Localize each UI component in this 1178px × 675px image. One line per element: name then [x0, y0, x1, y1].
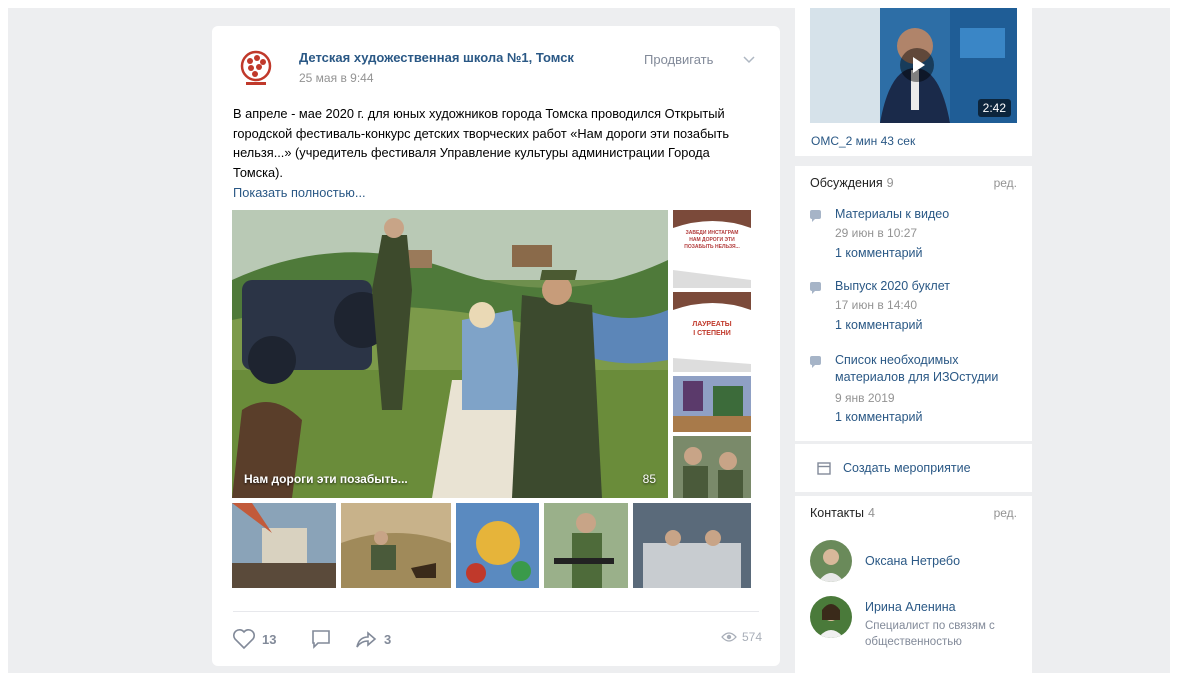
eye-icon — [721, 632, 737, 642]
photo-album-caption: Нам дороги эти позабыть... — [244, 472, 408, 486]
discussion-date: 9 янв 2019 — [835, 391, 895, 405]
side-thumbnail-1[interactable]: ЗАВЕДИ ИНСТАГРАМ НАМ ДОРОГИ ЭТИ ПОЗАБЫТЬ… — [673, 210, 751, 288]
heart-icon — [233, 629, 255, 650]
discussion-date: 17 июн в 14:40 — [835, 298, 918, 312]
comment-button[interactable] — [310, 628, 338, 650]
discussions-count: 9 — [886, 176, 894, 190]
side-thumbnail-4[interactable] — [673, 436, 751, 498]
views-counter: 574 — [721, 630, 762, 644]
row-thumbnail-5[interactable] — [633, 503, 751, 588]
community-avatar[interactable] — [234, 46, 278, 90]
row-thumbnail-4[interactable] — [544, 503, 628, 588]
main-photo[interactable]: Нам дороги эти позабыть... 85 — [232, 210, 668, 498]
video-thumbnail[interactable]: 2:42 — [810, 8, 1017, 123]
post-text: В апреле - мае 2020 г. для юных художник… — [233, 106, 730, 180]
views-count: 574 — [741, 630, 762, 644]
post-date[interactable]: 25 мая в 9:44 — [299, 71, 374, 85]
discussion-title-link[interactable]: Материалы к видео — [835, 206, 1025, 223]
contacts-block: Контакты 4 ред. Оксана Нетребо Ирина Але… — [795, 496, 1032, 675]
post-author-link[interactable]: Детская художественная школа №1, Томск — [299, 50, 574, 65]
contact-item: Ирина Аленина Специалист по связям с общ… — [810, 596, 1025, 656]
discussion-comments-link[interactable]: 1 комментарий — [835, 410, 922, 424]
avatar[interactable] — [810, 540, 852, 582]
chevron-down-icon[interactable] — [742, 52, 756, 66]
discussion-date: 29 июн в 10:27 — [835, 226, 918, 240]
share-button[interactable]: 3 — [354, 628, 391, 650]
calendar-icon — [817, 462, 831, 475]
discussion-icon — [810, 210, 821, 222]
discussions-block: Обсуждения 9 ред. Материалы к видео 29 ию… — [795, 166, 1032, 441]
contacts-count: 4 — [868, 506, 875, 520]
discussion-comments-link[interactable]: 1 комментарий — [835, 246, 922, 260]
post-divider — [233, 611, 759, 612]
discussion-icon — [810, 282, 821, 294]
contact-name-link[interactable]: Оксана Нетребо — [865, 554, 960, 568]
discussion-icon — [810, 356, 821, 368]
wall-post: Детская художественная школа №1, Томск 2… — [212, 26, 780, 666]
painting-image — [232, 210, 668, 498]
share-count: 3 — [384, 631, 392, 647]
thumb-text-line: ЗАВЕДИ ИНСТАГРАМ — [685, 230, 739, 236]
contact-role: Специалист по связям с общественностью — [865, 620, 995, 648]
side-thumbnail-2[interactable]: ЛАУРЕАТЫ I СТЕПЕНИ — [673, 292, 751, 372]
discussion-comments-link[interactable]: 1 комментарий — [835, 318, 922, 332]
show-full-link[interactable]: Показать полностью... — [233, 185, 366, 200]
thumb-text-line: НАМ ДОРОГИ ЭТИ — [689, 237, 735, 243]
promote-button[interactable]: Продвигать — [644, 52, 713, 67]
avatar[interactable] — [810, 596, 852, 638]
contact-item: Оксана Нетребо — [810, 540, 1025, 584]
side-thumbnail-3[interactable] — [673, 376, 751, 432]
thumb-text-line: I СТЕПЕНИ — [693, 330, 731, 337]
contacts-title: Контакты — [810, 506, 864, 520]
thumb-text-line: ЛАУРЕАТЫ — [692, 321, 732, 328]
row-thumbnail-3[interactable] — [456, 503, 539, 588]
video-duration: 2:42 — [977, 99, 1011, 117]
discussion-title-link[interactable]: Выпуск 2020 буклет — [835, 278, 1025, 295]
row-thumbnail-2[interactable] — [341, 503, 451, 588]
like-count: 13 — [262, 631, 277, 647]
share-icon — [356, 631, 377, 648]
post-actions: 13 3 574 — [232, 626, 762, 652]
contacts-header[interactable]: Контакты 4 — [810, 506, 875, 520]
play-icon[interactable] — [900, 48, 934, 82]
create-event-button[interactable]: Создать мероприятие — [817, 461, 971, 475]
photo-count: 85 — [642, 472, 656, 486]
video-block: 2:42 ОМС_2 мин 43 сек — [795, 8, 1032, 156]
video-title-link[interactable]: ОМС_2 мин 43 сек — [811, 134, 915, 148]
comment-icon — [312, 630, 330, 649]
discussion-title-link[interactable]: Список необходимых материалов для ИЗОсту… — [835, 352, 1025, 386]
contacts-edit-link[interactable]: ред. — [994, 506, 1017, 520]
row-thumbnail-1[interactable] — [232, 503, 336, 588]
create-event-label: Создать мероприятие — [843, 461, 971, 475]
discussions-header[interactable]: Обсуждения 9 — [810, 176, 894, 190]
contact-name-link[interactable]: Ирина Аленина — [865, 600, 956, 614]
thumb-text-line: ПОЗАБЫТЬ НЕЛЬЗЯ... — [684, 244, 740, 250]
discussions-title: Обсуждения — [810, 176, 883, 190]
like-button[interactable]: 13 — [232, 628, 276, 650]
create-event-block: Создать мероприятие — [795, 444, 1032, 492]
discussions-edit-link[interactable]: ред. — [994, 176, 1017, 190]
